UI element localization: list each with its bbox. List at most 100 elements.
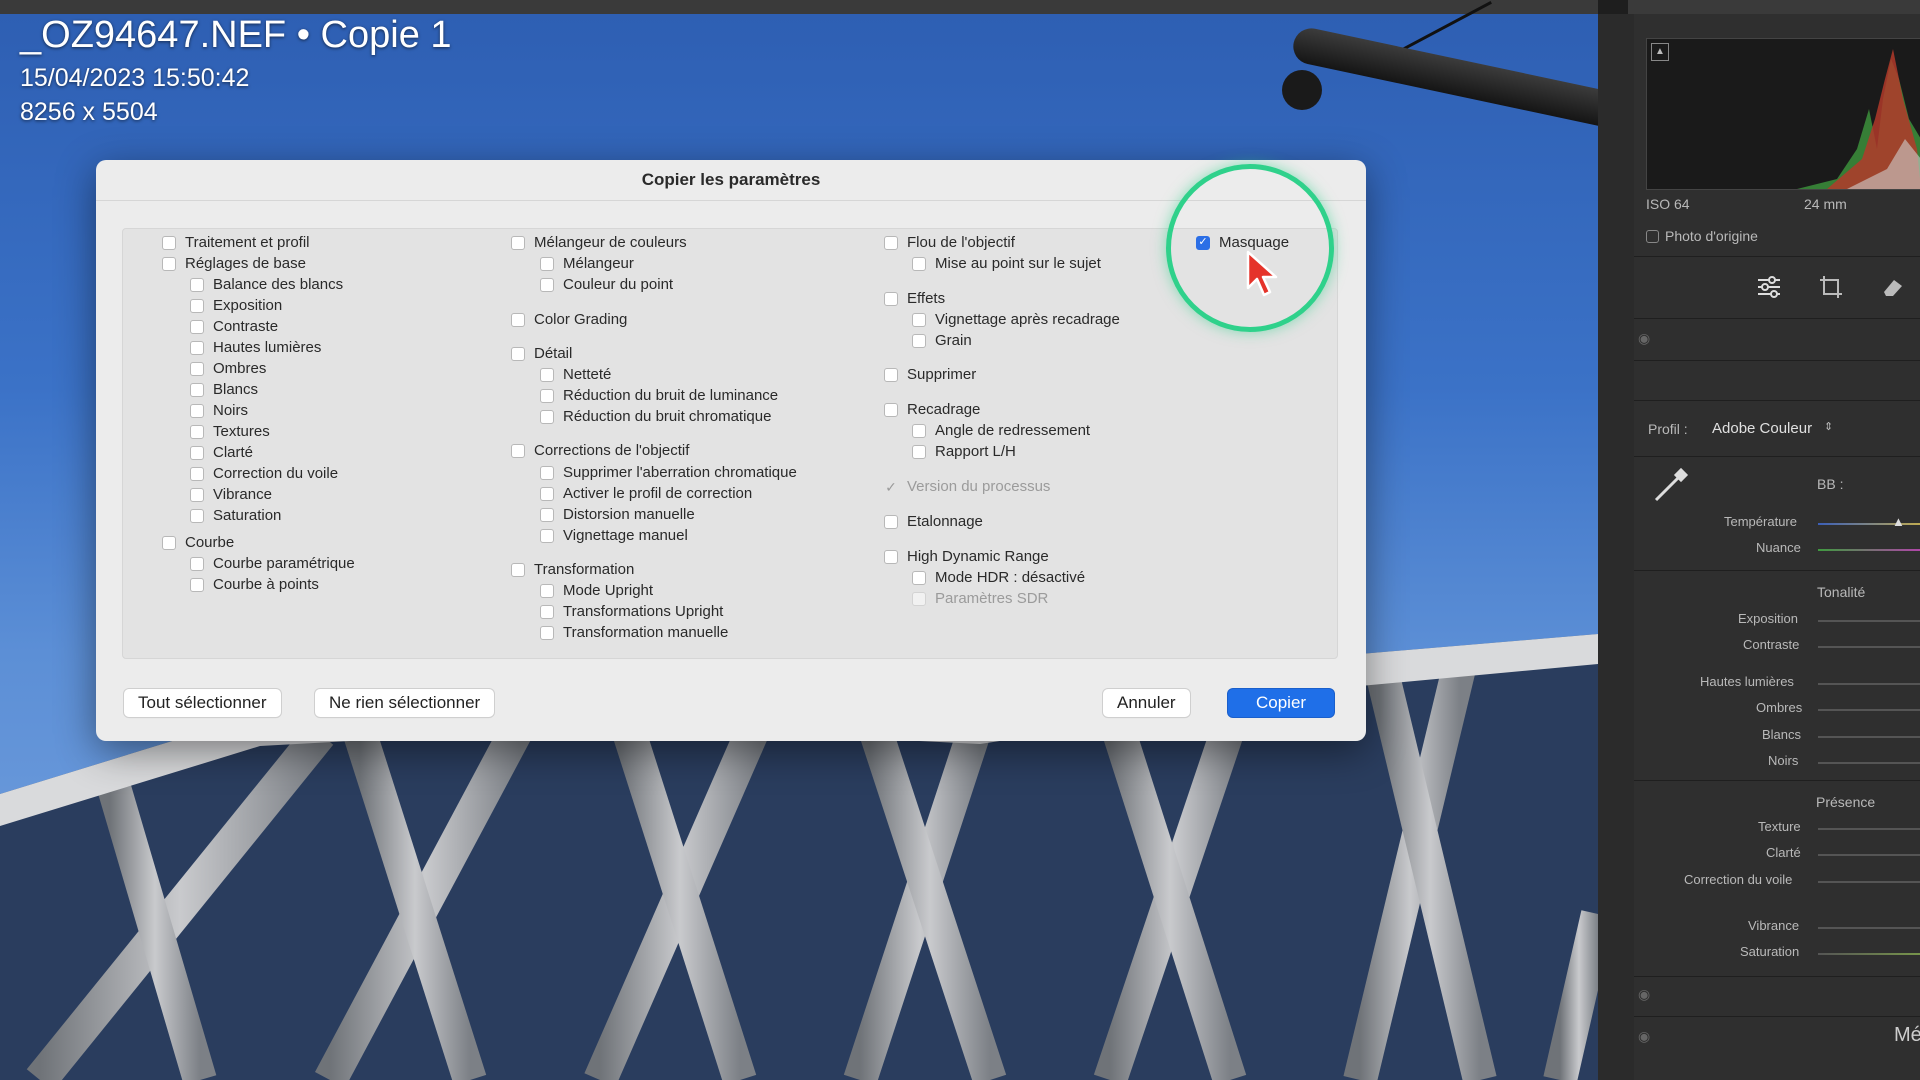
option-melangeur[interactable]: Mélangeur bbox=[540, 255, 634, 272]
edit-sliders-icon[interactable] bbox=[1756, 274, 1782, 307]
blancs-slider[interactable] bbox=[1818, 736, 1920, 738]
hautes-lumieres-checkbox[interactable] bbox=[190, 340, 204, 355]
option-reduction-du-bruit-chromatique[interactable]: Réduction du bruit chromatique bbox=[540, 408, 771, 425]
balance-des-blancs-checkbox[interactable] bbox=[190, 277, 204, 292]
mise-au-point-sur-le-sujet-checkbox[interactable] bbox=[912, 256, 926, 271]
blancs-checkbox[interactable] bbox=[190, 382, 204, 397]
option-traitement-et-profil[interactable]: Traitement et profil bbox=[162, 234, 310, 251]
photo-origine-checkbox[interactable] bbox=[1646, 229, 1659, 243]
option-hautes-lumieres[interactable]: Hautes lumières bbox=[190, 339, 321, 356]
reglages-de-base-checkbox[interactable] bbox=[162, 256, 176, 271]
option-activer-le-profil-de-correction[interactable]: Activer le profil de correction bbox=[540, 485, 752, 502]
option-courbe-parametrique[interactable]: Courbe paramétrique bbox=[190, 555, 355, 572]
cancel-button[interactable]: Annuler bbox=[1103, 689, 1190, 717]
nettete-checkbox[interactable] bbox=[540, 367, 554, 382]
contraste-slider[interactable] bbox=[1818, 646, 1920, 648]
reduction-du-bruit-de-luminance-checkbox[interactable] bbox=[540, 388, 554, 403]
option-detail[interactable]: Détail bbox=[511, 345, 572, 362]
option-vignettage-manuel[interactable]: Vignettage manuel bbox=[540, 527, 688, 544]
reduction-du-bruit-chromatique-checkbox[interactable] bbox=[540, 409, 554, 424]
option-transformation-manuelle[interactable]: Transformation manuelle bbox=[540, 624, 728, 641]
courbe-parametrique-checkbox[interactable] bbox=[190, 556, 204, 571]
transformation-manuelle-checkbox[interactable] bbox=[540, 625, 554, 640]
melangeur-de-couleurs-checkbox[interactable] bbox=[511, 235, 525, 250]
option-angle-de-redressement[interactable]: Angle de redressement bbox=[912, 422, 1090, 439]
clarte-slider[interactable] bbox=[1818, 854, 1920, 856]
vibrance-checkbox[interactable] bbox=[190, 487, 204, 502]
vignettage-apres-recadrage-checkbox[interactable] bbox=[912, 312, 926, 327]
eyedropper-icon[interactable] bbox=[1650, 466, 1690, 509]
traitement-et-profil-checkbox[interactable] bbox=[162, 235, 176, 250]
hautes-lumieres-slider[interactable] bbox=[1818, 683, 1920, 685]
option-distorsion-manuelle[interactable]: Distorsion manuelle bbox=[540, 506, 695, 523]
option-grain[interactable]: Grain bbox=[912, 332, 972, 349]
textures-checkbox[interactable] bbox=[190, 424, 204, 439]
contraste-checkbox[interactable] bbox=[190, 319, 204, 334]
option-reduction-du-bruit-de-luminance[interactable]: Réduction du bruit de luminance bbox=[540, 387, 778, 404]
saturation-checkbox[interactable] bbox=[190, 508, 204, 523]
option-courbe[interactable]: Courbe bbox=[162, 534, 234, 551]
option-exposition[interactable]: Exposition bbox=[190, 297, 282, 314]
option-high-dynamic-range[interactable]: High Dynamic Range bbox=[884, 548, 1049, 565]
detail-checkbox[interactable] bbox=[511, 346, 525, 361]
option-flou-de-l-objectif[interactable]: Flou de l'objectif bbox=[884, 234, 1015, 251]
clipping-warning-icon[interactable]: ▲ bbox=[1651, 43, 1669, 61]
crop-icon[interactable] bbox=[1818, 274, 1844, 307]
option-etalonnage[interactable]: Etalonnage bbox=[884, 513, 983, 530]
select-none-button[interactable]: Ne rien sélectionner bbox=[315, 689, 495, 717]
exposition-checkbox[interactable] bbox=[190, 298, 204, 313]
option-saturation[interactable]: Saturation bbox=[190, 507, 281, 524]
option-mode-hdr-desactive[interactable]: Mode HDR : désactivé bbox=[912, 569, 1085, 586]
vignettage-manuel-checkbox[interactable] bbox=[540, 528, 554, 543]
ombres-checkbox[interactable] bbox=[190, 361, 204, 376]
corrections-de-l-objectif-checkbox[interactable] bbox=[511, 443, 525, 458]
noirs-slider[interactable] bbox=[1818, 762, 1920, 764]
option-rapport-l-h[interactable]: Rapport L/H bbox=[912, 443, 1016, 460]
distorsion-manuelle-checkbox[interactable] bbox=[540, 507, 554, 522]
correction-du-voile-checkbox[interactable] bbox=[190, 466, 204, 481]
courbe-checkbox[interactable] bbox=[162, 535, 176, 550]
eraser-icon[interactable] bbox=[1880, 274, 1906, 307]
select-all-button[interactable]: Tout sélectionner bbox=[124, 689, 281, 717]
grain-checkbox[interactable] bbox=[912, 333, 926, 348]
supprimer-checkbox[interactable] bbox=[884, 367, 898, 382]
option-balance-des-blancs[interactable]: Balance des blancs bbox=[190, 276, 343, 293]
option-reglages-de-base[interactable]: Réglages de base bbox=[162, 255, 306, 272]
texture-slider[interactable] bbox=[1818, 828, 1920, 830]
option-contraste[interactable]: Contraste bbox=[190, 318, 278, 335]
option-transformations-upright[interactable]: Transformations Upright bbox=[540, 603, 723, 620]
option-nettete[interactable]: Netteté bbox=[540, 366, 611, 383]
flou-de-l-objectif-checkbox[interactable] bbox=[884, 235, 898, 250]
option-textures[interactable]: Textures bbox=[190, 423, 270, 440]
eye-icon[interactable]: ◉ bbox=[1638, 986, 1650, 1003]
supprimer-l-aberration-chromatique-checkbox[interactable] bbox=[540, 465, 554, 480]
etalonnage-checkbox[interactable] bbox=[884, 514, 898, 529]
saturation-slider[interactable] bbox=[1818, 953, 1920, 955]
copy-button[interactable]: Copier bbox=[1228, 689, 1335, 717]
option-blancs[interactable]: Blancs bbox=[190, 381, 258, 398]
option-mode-upright[interactable]: Mode Upright bbox=[540, 582, 653, 599]
noirs-checkbox[interactable] bbox=[190, 403, 204, 418]
courbe-a-points-checkbox[interactable] bbox=[190, 577, 204, 592]
option-supprimer-l-aberration-chromatique[interactable]: Supprimer l'aberration chromatique bbox=[540, 464, 797, 481]
vibrance-slider[interactable] bbox=[1818, 927, 1920, 929]
option-supprimer[interactable]: Supprimer bbox=[884, 366, 976, 383]
angle-de-redressement-checkbox[interactable] bbox=[912, 423, 926, 438]
option-melangeur-de-couleurs[interactable]: Mélangeur de couleurs bbox=[511, 234, 687, 251]
nuance-slider[interactable] bbox=[1818, 549, 1920, 551]
photo-origine-toggle[interactable]: Photo d'origine bbox=[1646, 228, 1758, 244]
high-dynamic-range-checkbox[interactable] bbox=[884, 549, 898, 564]
option-corrections-de-l-objectif[interactable]: Corrections de l'objectif bbox=[511, 442, 689, 459]
temperature-thumb[interactable]: ▲ bbox=[1892, 514, 1905, 529]
option-couleur-du-point[interactable]: Couleur du point bbox=[540, 276, 673, 293]
option-noirs[interactable]: Noirs bbox=[190, 402, 248, 419]
exposition-slider[interactable] bbox=[1818, 620, 1920, 622]
eye-icon[interactable]: ◉ bbox=[1638, 330, 1650, 347]
recadrage-checkbox[interactable] bbox=[884, 402, 898, 417]
option-vignettage-apres-recadrage[interactable]: Vignettage après recadrage bbox=[912, 311, 1120, 328]
transformation-checkbox[interactable] bbox=[511, 562, 525, 577]
rapport-l-h-checkbox[interactable] bbox=[912, 444, 926, 459]
option-clarte[interactable]: Clarté bbox=[190, 444, 253, 461]
option-courbe-a-points[interactable]: Courbe à points bbox=[190, 576, 319, 593]
mode-hdr-desactive-checkbox[interactable] bbox=[912, 570, 926, 585]
